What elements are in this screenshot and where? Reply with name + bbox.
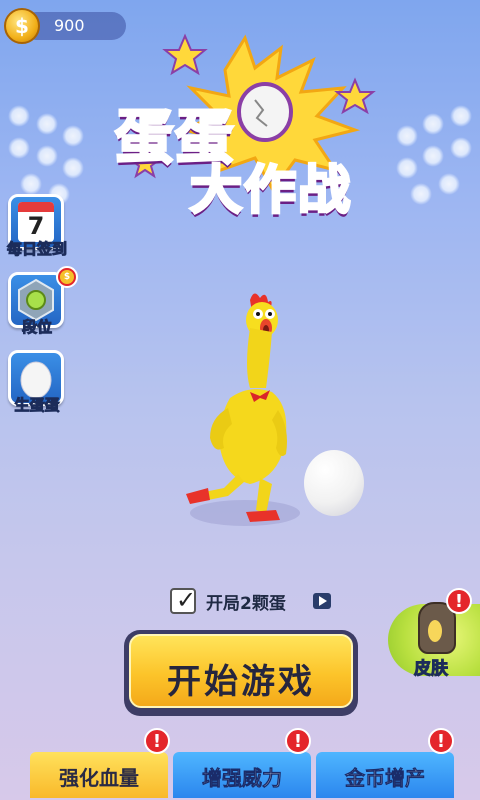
upgrade-coin-production-label: 金币增产 [345, 766, 426, 791]
skin-button[interactable]: 皮肤 ! [388, 588, 480, 684]
logo-egg-icon [237, 82, 293, 142]
calendar-day: 7 [27, 212, 45, 240]
dollar-coin-icon: $ [4, 8, 40, 44]
video-ad-icon [313, 593, 331, 609]
coin-notification-badge: $ [56, 266, 78, 288]
lay-egg-button[interactable]: 生蛋蛋 [4, 350, 70, 420]
star-icon [162, 33, 208, 76]
lay-egg-label: 生蛋蛋 [14, 396, 60, 415]
stadium-lights-right [380, 95, 480, 215]
start-game-label: 开始游戏 [167, 662, 315, 702]
start-game-button[interactable]: 开始游戏 [124, 630, 358, 716]
daily-checkin-label: 每日签到 [6, 240, 67, 259]
egg-ball[interactable] [304, 450, 364, 516]
logo-title-line2: 大作战 [188, 160, 353, 223]
upgrade-health-button[interactable]: 强化血量 ! [30, 728, 170, 798]
coin-amount: 900 [54, 16, 85, 35]
checkmark-icon: ✓ [176, 586, 197, 614]
rank-label: 段位 [21, 318, 52, 337]
alert-badge: ! [144, 728, 170, 754]
upgrade-health-label: 强化血量 [59, 766, 139, 790]
upgrade-power-label: 增强威力 [202, 766, 283, 791]
star-icon [334, 77, 376, 115]
alert-badge: ! [428, 728, 454, 754]
start-option-checkbox[interactable]: ✓ [170, 586, 197, 614]
upgrade-coin-production-button[interactable]: 金币增产 ! [316, 728, 454, 798]
alert-badge: ! [446, 588, 472, 614]
daily-checkin-button[interactable]: 7 每日签到 [4, 194, 70, 264]
start-option-label: 开局2颗蛋 [206, 594, 286, 614]
skin-label: 皮肤 [414, 659, 449, 680]
game-logo: 蛋蛋 大作战 [105, 30, 395, 223]
rank-button[interactable]: $ 段位 [4, 266, 78, 342]
upgrade-power-button[interactable]: 增强威力 ! [173, 728, 311, 798]
alert-badge: ! [285, 728, 311, 754]
start-game-button-face: 开始游戏 [129, 634, 353, 708]
rubber-chicken-character[interactable] [180, 288, 310, 528]
